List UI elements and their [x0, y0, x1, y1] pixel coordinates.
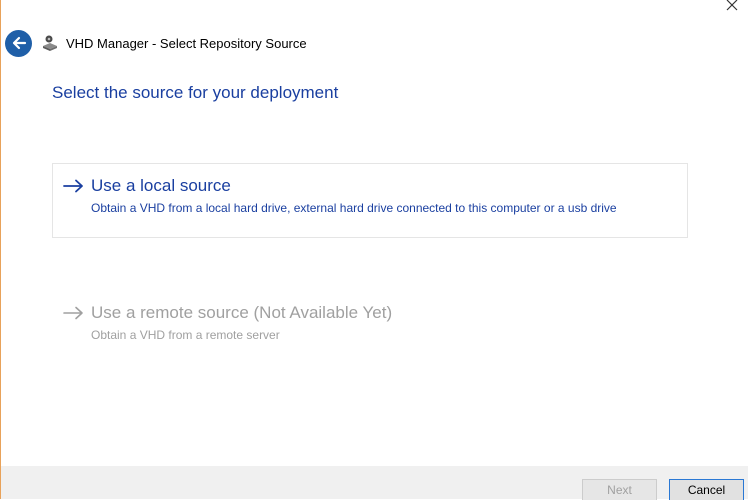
button-bar: Next Cancel [1, 466, 748, 500]
back-button[interactable] [5, 29, 32, 57]
arrow-right-icon [63, 179, 83, 193]
remote-source-option: Use a remote source (Not Available Yet) … [52, 290, 688, 360]
arrow-right-icon [63, 306, 83, 320]
remote-source-title: Use a remote source (Not Available Yet) [91, 303, 393, 322]
cancel-button[interactable]: Cancel [669, 479, 744, 500]
local-source-option[interactable]: Use a local source Obtain a VHD from a l… [52, 163, 688, 238]
back-arrow-icon [12, 36, 26, 50]
window-title: VHD Manager - Select Repository Source [66, 35, 307, 51]
vhd-manager-icon [41, 34, 59, 52]
close-button[interactable] [718, 0, 746, 16]
title-bar: VHD Manager - Select Repository Source [5, 28, 307, 58]
next-button[interactable]: Next [582, 479, 657, 500]
remote-source-description: Obtain a VHD from a remote server [91, 328, 280, 342]
local-source-description: Obtain a VHD from a local hard drive, ex… [91, 201, 617, 215]
wizard-window: VHD Manager - Select Repository Source S… [0, 0, 748, 500]
local-source-title: Use a local source [91, 176, 231, 195]
close-icon [726, 0, 738, 11]
page-heading: Select the source for your deployment [52, 83, 339, 102]
